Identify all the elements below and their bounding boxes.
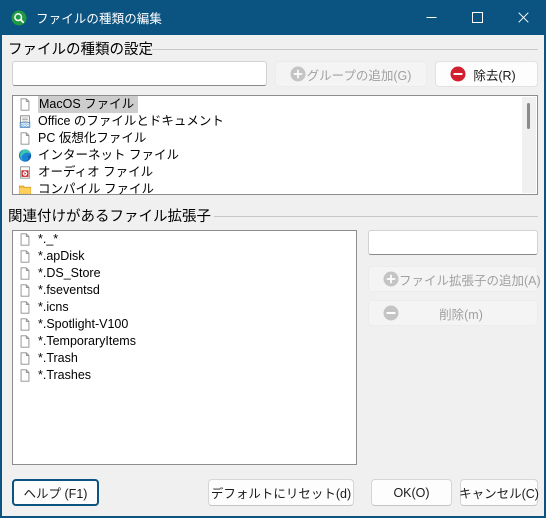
- plus-circle-icon: [290, 66, 306, 82]
- ok-button[interactable]: OK(O): [371, 479, 452, 506]
- list-item[interactable]: *._*: [13, 231, 356, 248]
- close-button[interactable]: [500, 0, 546, 35]
- list-item[interactable]: *.Spotlight-V100: [13, 316, 356, 333]
- list-item-label: PC 仮想化ファイル: [38, 131, 147, 145]
- list-item[interactable]: DOC Office のファイルとドキュメント: [13, 113, 537, 130]
- list-item[interactable]: *.Trash: [13, 350, 356, 367]
- extensions-group-rule: [214, 216, 538, 217]
- list-item-label: *.Trash: [38, 351, 78, 365]
- blank-page-icon: [20, 335, 30, 348]
- file-type-list[interactable]: MacOS ファイル DOC Office のファイルとドキュメント PC 仮想化ファ…: [12, 95, 538, 195]
- list-item-label: *.fseventsd: [38, 283, 100, 297]
- extensions-list-rows: *._* *.apDisk *.DS_Store *.fseventsd *.icns *…: [13, 231, 356, 384]
- list-item-label: *.apDisk: [38, 249, 85, 263]
- add-group-button-label: グループの追加(G): [306, 68, 412, 83]
- add-group-button[interactable]: グループの追加(G): [275, 61, 427, 87]
- list-item-label: *.icns: [38, 300, 69, 314]
- list-item-label: Office のファイルとドキュメント: [38, 114, 224, 128]
- minus-circle-icon: [383, 305, 399, 321]
- blank-page-icon: [20, 250, 30, 263]
- help-button[interactable]: ヘルプ (F1): [12, 479, 99, 506]
- blank-page-icon: [20, 267, 30, 280]
- blank-page-icon: [20, 301, 30, 314]
- file-type-group-rule: [152, 49, 538, 50]
- list-item-label: *.DS_Store: [38, 266, 101, 280]
- file-type-list-rows: MacOS ファイル DOC Office のファイルとドキュメント PC 仮想化ファ…: [13, 96, 537, 195]
- window-controls: [408, 0, 546, 35]
- list-item-label: コンパイル ファイル: [38, 182, 154, 195]
- window-title: ファイルの種類の編集: [36, 12, 163, 26]
- maximize-button[interactable]: [454, 0, 500, 35]
- blank-page-icon: [20, 98, 30, 111]
- minimize-icon: [426, 17, 436, 18]
- dialog-content: ファイルの種類の設定 グループの追加(G) 除去(R) MacOS ファイル DO…: [2, 35, 544, 516]
- list-item[interactable]: オーディオ ファイル: [13, 164, 537, 181]
- list-item[interactable]: インターネット ファイル: [13, 147, 537, 164]
- add-extension-button[interactable]: ファイル拡張子の追加(A): [368, 266, 541, 292]
- list-item-label: *.Trashes: [38, 368, 92, 382]
- blank-page-icon: [20, 284, 30, 297]
- plus-circle-icon: [383, 271, 399, 287]
- extensions-list[interactable]: *._* *.apDisk *.DS_Store *.fseventsd *.icns *…: [12, 230, 357, 465]
- folder-icon: [18, 185, 32, 194]
- edge-browser-icon: [18, 149, 32, 162]
- list-item-label: *.Spotlight-V100: [38, 317, 129, 331]
- list-item[interactable]: *.fseventsd: [13, 282, 356, 299]
- blank-page-icon: [20, 318, 30, 331]
- cancel-button[interactable]: キャンセル(C): [459, 479, 539, 506]
- list-item[interactable]: *.Trashes: [13, 367, 356, 384]
- list-item[interactable]: PC 仮想化ファイル: [13, 130, 537, 147]
- file-type-list-scroll-thumb[interactable]: [527, 103, 530, 129]
- delete-extension-button[interactable]: 削除(m): [368, 300, 538, 326]
- blank-page-icon: [20, 132, 30, 145]
- extension-input[interactable]: [368, 230, 538, 255]
- list-item-label: オーディオ ファイル: [38, 165, 154, 179]
- blank-page-icon: [20, 233, 30, 246]
- doc-file-icon: DOC: [19, 115, 31, 128]
- maximize-icon: [471, 12, 483, 23]
- edit-file-types-dialog: ファイルの種類の編集 ファイルの種類の設定 グループの追加(G) 除去(R) M…: [0, 0, 546, 518]
- group-name-input[interactable]: [12, 61, 267, 86]
- delete-extension-button-label: 削除(m): [439, 307, 483, 322]
- list-item[interactable]: *.icns: [13, 299, 356, 316]
- file-type-group-label: ファイルの種類の設定: [8, 43, 161, 58]
- reset-defaults-button[interactable]: デフォルトにリセット(d): [208, 479, 354, 506]
- extensions-group-label: 関連付けがあるファイル拡張子: [8, 210, 219, 225]
- minus-circle-icon: [450, 66, 466, 82]
- list-item[interactable]: *.DS_Store: [13, 265, 356, 282]
- file-type-list-scrollbar[interactable]: [522, 97, 536, 193]
- minimize-button[interactable]: [408, 0, 454, 35]
- blank-page-icon: [20, 352, 30, 365]
- remove-group-button-label: 除去(R): [473, 68, 516, 83]
- list-item[interactable]: コンパイル ファイル: [13, 181, 537, 195]
- list-item[interactable]: *.TemporaryItems: [13, 333, 356, 350]
- title-bar: ファイルの種類の編集: [0, 0, 546, 35]
- audio-file-icon: [20, 166, 30, 179]
- blank-page-icon: [20, 369, 30, 382]
- list-item-label: MacOS ファイル: [38, 96, 139, 113]
- list-item-label: インターネット ファイル: [38, 148, 179, 162]
- remove-group-button[interactable]: 除去(R): [435, 61, 538, 87]
- search-green-icon: [11, 10, 27, 25]
- add-extension-button-label: ファイル拡張子の追加(A): [399, 273, 541, 288]
- close-icon: [517, 12, 529, 23]
- list-item-label: *.TemporaryItems: [38, 334, 136, 348]
- svg-text:DOC: DOC: [21, 123, 30, 127]
- list-item-label: *._*: [38, 232, 59, 246]
- list-item[interactable]: MacOS ファイル: [13, 96, 537, 113]
- list-item[interactable]: *.apDisk: [13, 248, 356, 265]
